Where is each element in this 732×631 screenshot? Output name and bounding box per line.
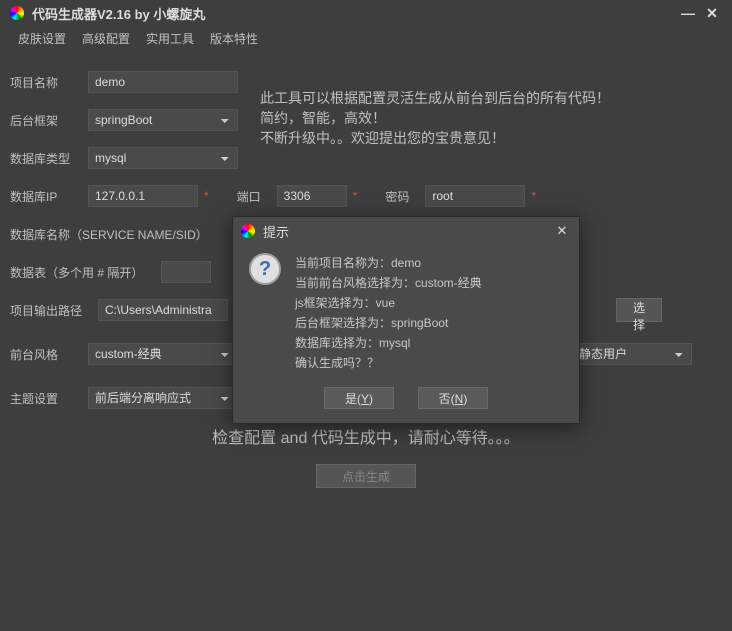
dialog-line: 当前项目名称为：demo (295, 253, 482, 273)
dialog-close-button[interactable]: ✕ (553, 223, 571, 239)
dialog-line: 确认生成吗？？ (295, 353, 482, 373)
dialog-line: 数据库选择为：mysql (295, 333, 482, 353)
dialog-titlebar: 提示 ✕ (233, 217, 579, 245)
confirm-dialog: 提示 ✕ ? 当前项目名称为：demo 当前前台风格选择为：custom-经典 … (232, 216, 580, 424)
dialog-no-button[interactable]: 否(N) (418, 387, 488, 409)
dialog-title-text: 提示 (263, 222, 289, 241)
question-icon: ? (249, 253, 281, 285)
dialog-mask: 提示 ✕ ? 当前项目名称为：demo 当前前台风格选择为：custom-经典 … (0, 0, 732, 631)
dialog-message: 当前项目名称为：demo 当前前台风格选择为：custom-经典 js框架选择为… (295, 253, 482, 373)
dialog-line: js框架选择为：vue (295, 293, 482, 313)
dialog-line: 当前前台风格选择为：custom-经典 (295, 273, 482, 293)
dialog-yes-button[interactable]: 是(Y) (324, 387, 394, 409)
dialog-line: 后台框架选择为：springBoot (295, 313, 482, 333)
dialog-icon (241, 224, 255, 238)
